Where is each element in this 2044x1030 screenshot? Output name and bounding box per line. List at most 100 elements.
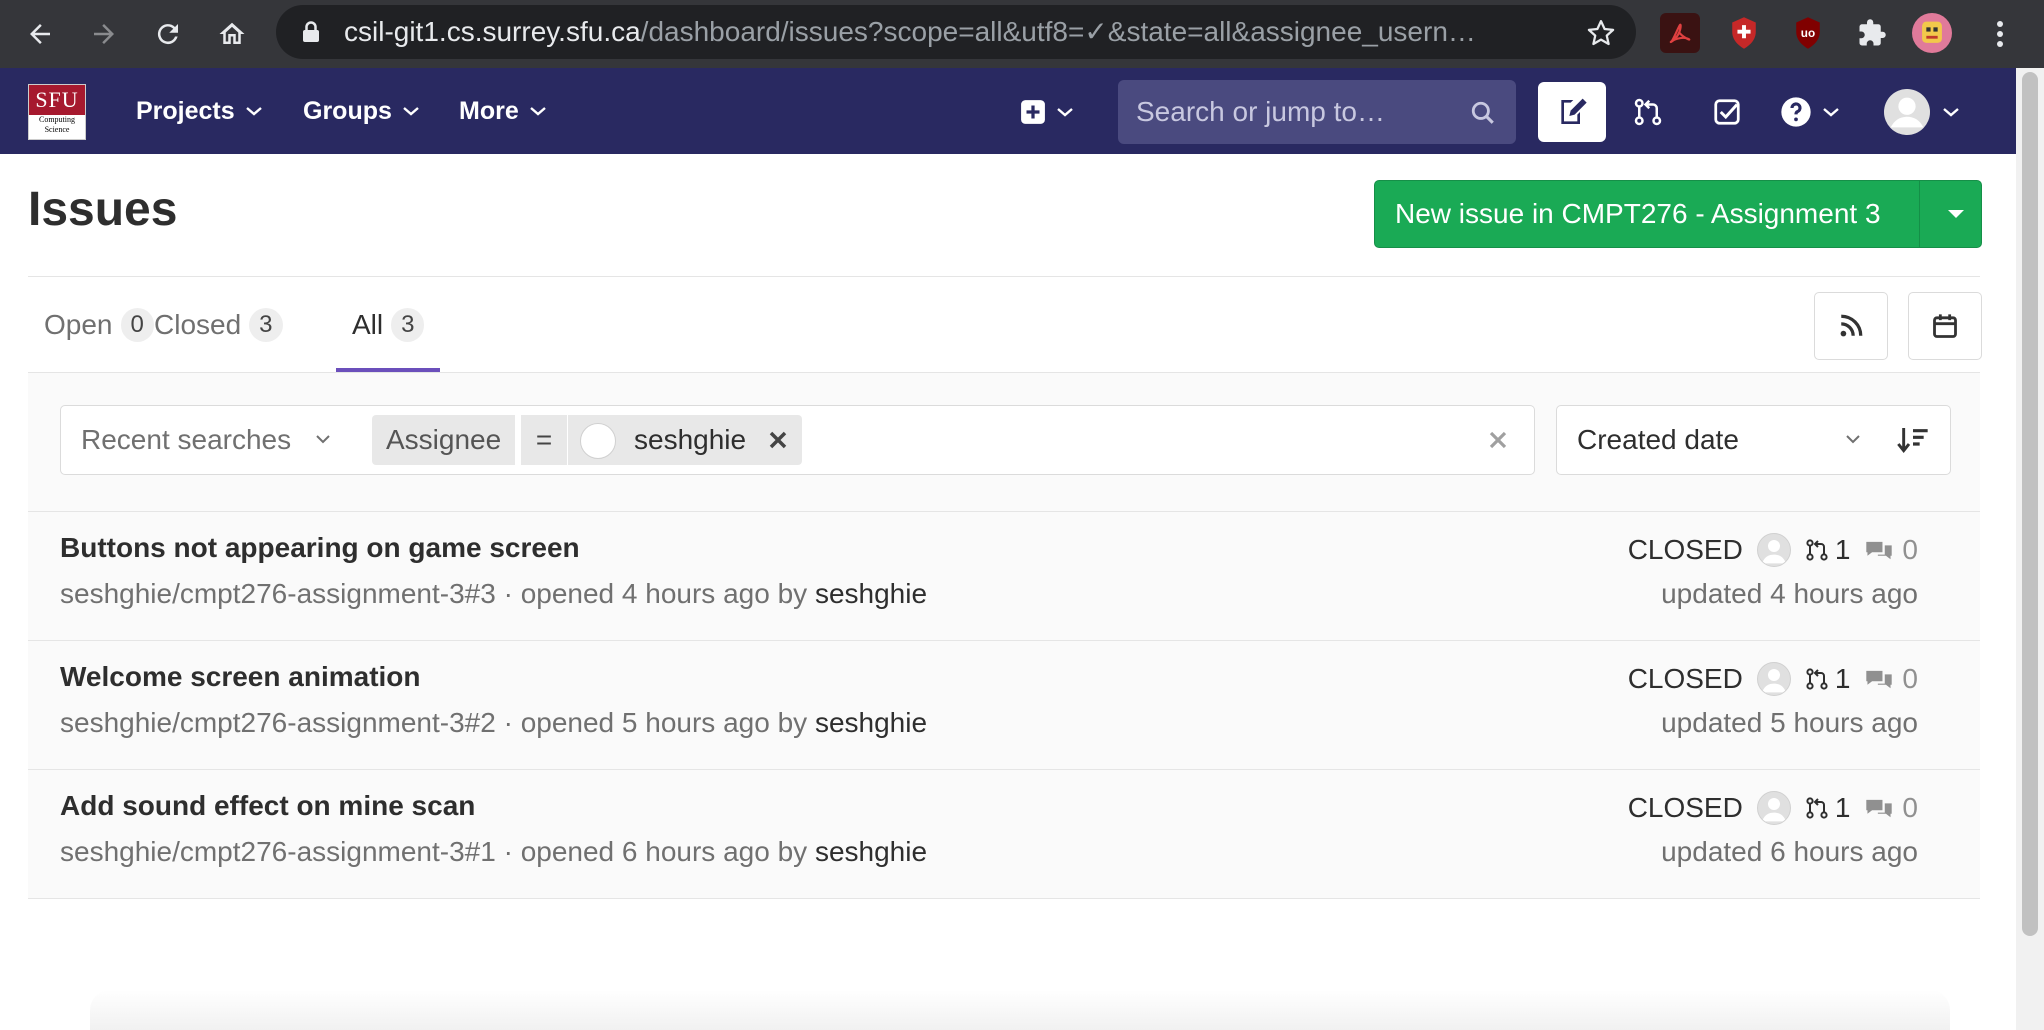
page-title: Issues	[28, 183, 178, 236]
calendar-feed-button[interactable]	[1908, 292, 1982, 360]
comment-count[interactable]: 0	[1864, 663, 1918, 695]
assignee-avatar[interactable]	[1756, 533, 1791, 567]
chevron-down-icon	[1057, 108, 1073, 117]
global-search-input[interactable]: Search or jump to…	[1118, 80, 1516, 144]
issue-reference[interactable]: seshghie/cmpt276-assignment-3#2	[60, 707, 496, 738]
back-button[interactable]	[18, 12, 62, 56]
tab-count-badge: 3	[391, 308, 425, 342]
caret-down-icon[interactable]	[1947, 209, 1965, 219]
assignee-avatar	[580, 423, 616, 459]
url-text: csil-git1.cs.surrey.sfu.ca/dashboard/iss…	[344, 16, 1476, 47]
merge-request-count[interactable]: 1	[1805, 663, 1851, 695]
remove-token-icon[interactable]	[768, 430, 788, 450]
search-icon	[1471, 101, 1494, 124]
issue-meta: seshghie/cmpt276-assignment-3#1 · opened…	[60, 836, 927, 868]
projects-dropdown[interactable]: Projects	[136, 68, 263, 154]
groups-label: Groups	[303, 97, 392, 125]
todos-nav-button[interactable]	[1710, 82, 1744, 142]
bottom-shadow	[90, 990, 1950, 1030]
filter-token-operator[interactable]: =	[520, 415, 568, 465]
ublock-extension-icon[interactable]: uo	[1788, 13, 1828, 53]
merge-requests-nav-button[interactable]	[1632, 82, 1664, 142]
comments-icon	[1866, 541, 1893, 560]
profile-avatar-icon[interactable]	[1912, 13, 1952, 53]
issue-meta: seshghie/cmpt276-assignment-3#2 · opened…	[60, 707, 927, 739]
sfu-logo[interactable]: SFU Computing Science	[28, 84, 86, 140]
recent-searches-dropdown[interactable]: Recent searches	[60, 405, 350, 475]
logo-subtext: Computing Science	[38, 115, 75, 134]
plus-square-icon	[1021, 100, 1045, 124]
groups-dropdown[interactable]: Groups	[303, 68, 420, 154]
issue-author-link[interactable]: seshghie	[815, 836, 927, 867]
browser-toolbar: csil-git1.cs.surrey.sfu.ca/dashboard/iss…	[0, 0, 2044, 68]
tab-closed[interactable]: Closed 3	[138, 278, 299, 372]
issue-title-link[interactable]: Add sound effect on mine scan	[60, 790, 475, 822]
home-button[interactable]	[210, 12, 254, 56]
merge-request-icon	[1806, 539, 1828, 561]
issue-reference[interactable]: seshghie/cmpt276-assignment-3#3	[60, 578, 496, 609]
merge-request-count[interactable]: 1	[1805, 534, 1850, 566]
address-bar[interactable]: csil-git1.cs.surrey.sfu.ca/dashboard/iss…	[276, 5, 1636, 59]
more-dropdown[interactable]: More	[459, 68, 547, 154]
issue-opened-text: · opened 4 hours ago by	[495, 578, 815, 609]
issue-row[interactable]: Buttons not appearing on game screen ses…	[28, 512, 1980, 641]
issue-opened-text: · opened 5 hours ago by	[495, 707, 815, 738]
filter-bar: Recent searches Assignee = seshghie Crea…	[28, 372, 1980, 512]
help-dropdown[interactable]	[1780, 82, 1840, 142]
forward-arrow-icon	[94, 24, 114, 44]
issues-icon	[1561, 98, 1587, 124]
issue-reference[interactable]: seshghie/cmpt276-assignment-3#1	[60, 836, 496, 867]
user-menu-dropdown[interactable]	[1884, 82, 1960, 142]
sort-dropdown[interactable]: Created date	[1556, 405, 1878, 475]
scrollbar-thumb[interactable]	[2022, 72, 2038, 936]
issue-row[interactable]: Welcome screen animation seshghie/cmpt27…	[28, 641, 1980, 770]
split-divider	[1919, 181, 1920, 247]
shield-extension-icon[interactable]	[1724, 13, 1764, 53]
assignee-avatar[interactable]	[1756, 791, 1791, 825]
comment-count[interactable]: 0	[1864, 534, 1918, 566]
merge-request-count-value: 1	[1834, 663, 1851, 694]
todo-checkbox-icon	[1714, 99, 1740, 125]
issue-title-link[interactable]: Welcome screen animation	[60, 661, 421, 693]
back-arrow-icon	[30, 24, 50, 44]
filter-token-value[interactable]: seshghie	[568, 415, 802, 465]
rss-feed-button[interactable]	[1814, 292, 1888, 360]
merge-request-count[interactable]: 1	[1805, 792, 1851, 824]
sort-direction-button[interactable]	[1876, 405, 1951, 475]
chevron-down-icon	[1943, 108, 1959, 117]
comment-count-value: 0	[1902, 792, 1918, 823]
issue-updated-text: updated 5 hours ago	[1661, 707, 1918, 738]
question-circle-icon	[1781, 97, 1811, 127]
issue-author-link[interactable]: seshghie	[815, 707, 927, 738]
tab-all[interactable]: All 3	[336, 278, 441, 372]
clear-search-icon[interactable]	[1488, 430, 1508, 450]
comment-count[interactable]: 0	[1864, 792, 1918, 824]
browser-menu-button[interactable]	[1978, 12, 2022, 56]
merge-request-count-value: 1	[1834, 792, 1851, 823]
recent-searches-label: Recent searches	[81, 424, 292, 455]
issue-author-link[interactable]: seshghie	[815, 578, 927, 609]
issue-title-link[interactable]: Buttons not appearing on game screen	[60, 532, 580, 564]
sort-label: Created date	[1577, 424, 1739, 455]
filtered-search-input[interactable]: Assignee = seshghie	[348, 405, 1535, 475]
tab-label: All	[352, 309, 384, 340]
forward-button[interactable]	[82, 12, 126, 56]
new-item-dropdown[interactable]	[1020, 82, 1074, 142]
reload-button[interactable]	[146, 12, 190, 56]
lock-icon	[303, 21, 319, 42]
gitlab-navbar: SFU Computing Science Projects Groups Mo…	[0, 68, 2016, 154]
issue-row[interactable]: Add sound effect on mine scan seshghie/c…	[28, 770, 1980, 899]
search-placeholder: Search or jump to…	[1136, 96, 1385, 127]
new-issue-button[interactable]: New issue in CMPT276 - Assignment 3	[1374, 180, 1982, 248]
issue-state-label: CLOSED	[1627, 663, 1743, 694]
comments-icon	[1866, 670, 1893, 689]
issues-nav-button[interactable]	[1538, 82, 1606, 142]
pdf-extension-icon[interactable]	[1660, 13, 1700, 53]
tab-label: Closed	[154, 309, 242, 340]
home-icon	[219, 22, 245, 44]
assignee-avatar[interactable]	[1756, 662, 1791, 696]
comment-count-value: 0	[1902, 534, 1918, 565]
extensions-puzzle-icon[interactable]	[1852, 13, 1892, 53]
bookmark-star-icon[interactable]	[1586, 18, 1616, 48]
filter-token-name[interactable]: Assignee	[372, 415, 516, 465]
